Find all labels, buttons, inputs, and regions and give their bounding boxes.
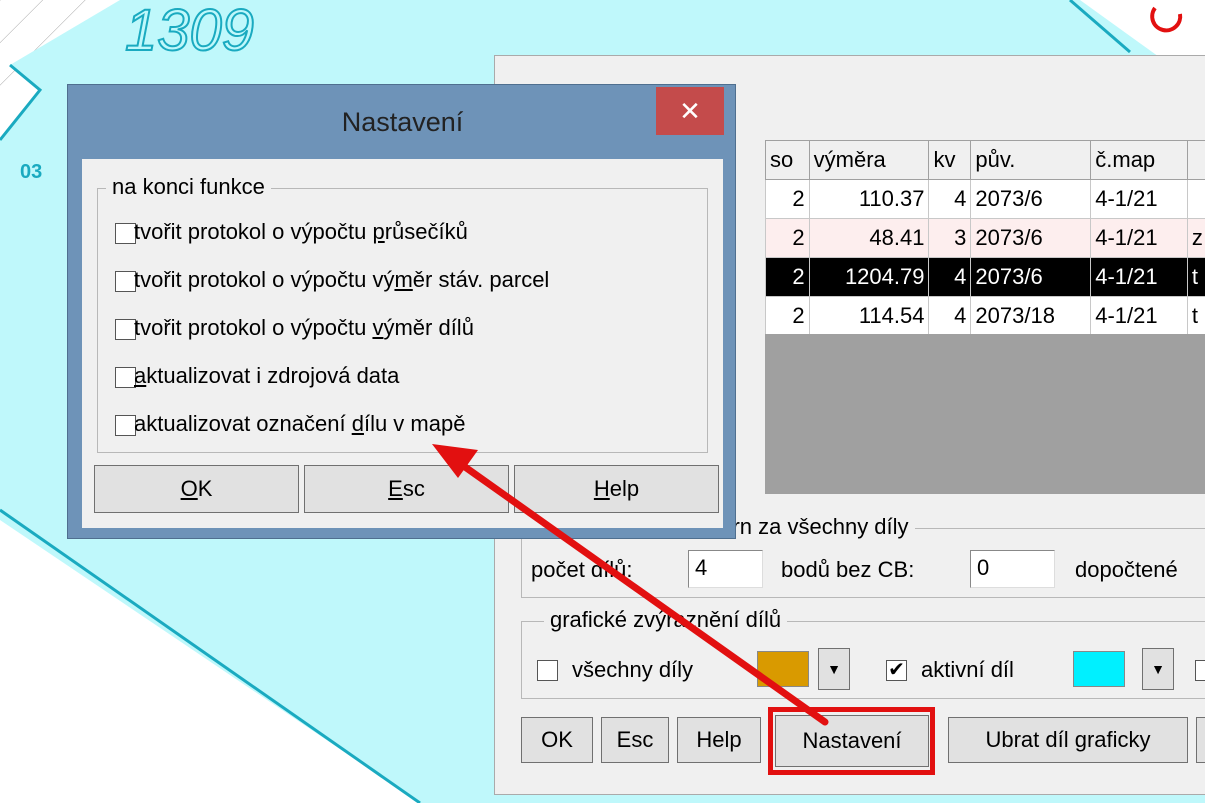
close-icon: ✕ (679, 95, 701, 126)
parts-count-field[interactable]: 4 (688, 550, 763, 588)
cell-original: 2073/6 (970, 218, 1092, 258)
column-header[interactable]: pův. (970, 140, 1092, 180)
dropdown-arrow-icon: ▼ (1151, 661, 1165, 677)
all-parts-checkbox[interactable] (537, 660, 558, 681)
all-parts-color-swatch[interactable] (757, 651, 809, 687)
extra-checkbox[interactable] (1195, 660, 1205, 681)
option-label[interactable]: tvořit protokol o výpočtu výměr stáv. pa… (134, 267, 549, 293)
dialog-help-button[interactable]: Help (514, 465, 719, 513)
parts-table: so výměra kv pův. č.map 2 110.37 4 2073/… (765, 140, 1205, 336)
column-header[interactable] (1186, 140, 1205, 180)
screenshot-stage: 1309 03 so výměra kv pův. č.map 2 110.37… (0, 0, 1205, 803)
help-button[interactable]: Help (677, 717, 761, 763)
table-empty-area (765, 334, 1205, 494)
option-checkbox[interactable] (115, 367, 136, 388)
cell-area: 114.54 (808, 296, 930, 336)
parcel-number: 1309 (125, 0, 254, 63)
cell-so: 2 (765, 296, 810, 336)
cell-map-number: 4-1/21 (1090, 296, 1188, 336)
close-button[interactable]: ✕ (656, 87, 724, 135)
cell-area: 1204.79 (808, 257, 930, 297)
column-header[interactable]: kv (928, 140, 972, 180)
option-label[interactable]: aktualizovat označení dílu v mapě (134, 411, 465, 437)
points-without-cb-label: bodů bez CB: (781, 557, 915, 582)
end-of-function-group-title: na konci funkce (106, 174, 271, 200)
cell-area: 110.37 (808, 179, 930, 219)
cell-extra: z (1186, 218, 1205, 258)
cell-original: 2073/6 (970, 179, 1092, 219)
all-parts-color-dropdown[interactable]: ▼ (818, 648, 850, 690)
cell-extra: t (1186, 257, 1205, 297)
parcel-label-fragment: 03 (20, 161, 42, 183)
cell-kv: 4 (928, 179, 972, 219)
column-header[interactable]: so (765, 140, 810, 180)
parts-count-label: počet dílů: (531, 557, 633, 582)
table-row[interactable]: 2 114.54 4 2073/18 4-1/21 t (765, 296, 1205, 336)
esc-button[interactable]: Esc (601, 717, 669, 763)
cell-so: 2 (765, 218, 810, 258)
option-label[interactable]: tvořit protokol o výpočtu průsečíků (134, 219, 468, 245)
settings-dialog: Nastavení ✕ na konci funkce tvořit proto… (67, 84, 736, 539)
active-part-label: aktivní díl (921, 657, 1014, 682)
dialog-client-area: na konci funkce tvořit protokol o výpočt… (82, 159, 723, 528)
cell-original: 2073/6 (970, 257, 1092, 297)
cell-map-number: 4-1/21 (1090, 179, 1188, 219)
cell-so: 2 (765, 179, 810, 219)
cell-so: 2 (765, 257, 810, 297)
dialog-ok-button[interactable]: OK (94, 465, 299, 513)
cell-kv: 4 (928, 296, 972, 336)
cell-area: 48.41 (808, 218, 930, 258)
active-part-checkbox[interactable]: ✔ (886, 660, 907, 681)
option-label[interactable]: tvořit protokol o výpočtu výměr dílů (134, 315, 474, 341)
annotation-highlight-box (768, 707, 935, 775)
table-row[interactable]: 2 48.41 3 2073/6 4-1/21 z (765, 218, 1205, 258)
dropdown-arrow-icon: ▼ (827, 661, 841, 677)
active-part-color-dropdown[interactable]: ▼ (1142, 648, 1174, 690)
table-row[interactable]: 2 110.37 4 2073/6 4-1/21 (765, 179, 1205, 219)
remove-part-graphically-button[interactable]: Ubrat díl graficky (948, 717, 1188, 763)
cell-map-number: 4-1/21 (1090, 218, 1188, 258)
cell-kv: 4 (928, 257, 972, 297)
cell-kv: 3 (928, 218, 972, 258)
cell-map-number: 4-1/21 (1090, 257, 1188, 297)
next-button-partial[interactable] (1196, 717, 1205, 763)
graphics-group-title: grafické zvýraznění dílů (544, 607, 788, 633)
active-part-color-swatch[interactable] (1073, 651, 1125, 687)
option-checkbox[interactable] (115, 271, 136, 292)
points-without-cb-field[interactable]: 0 (970, 550, 1055, 588)
cell-extra (1186, 179, 1205, 219)
option-checkbox[interactable] (115, 223, 136, 244)
option-label[interactable]: aktualizovat i zdrojová data (134, 363, 399, 389)
option-checkbox[interactable] (115, 415, 136, 436)
column-header[interactable]: výměra (808, 140, 930, 180)
ok-button[interactable]: OK (521, 717, 593, 763)
column-header[interactable]: č.map (1090, 140, 1188, 180)
computed-label: dopočtené (1075, 557, 1178, 582)
cell-extra: t (1186, 296, 1205, 336)
table-row-selected[interactable]: 2 1204.79 4 2073/6 4-1/21 t (765, 257, 1205, 297)
all-parts-label: všechny díly (572, 657, 694, 682)
dialog-esc-button[interactable]: Esc (304, 465, 509, 513)
dialog-title: Nastavení (341, 107, 464, 137)
option-checkbox[interactable] (115, 319, 136, 340)
cell-original: 2073/18 (970, 296, 1092, 336)
